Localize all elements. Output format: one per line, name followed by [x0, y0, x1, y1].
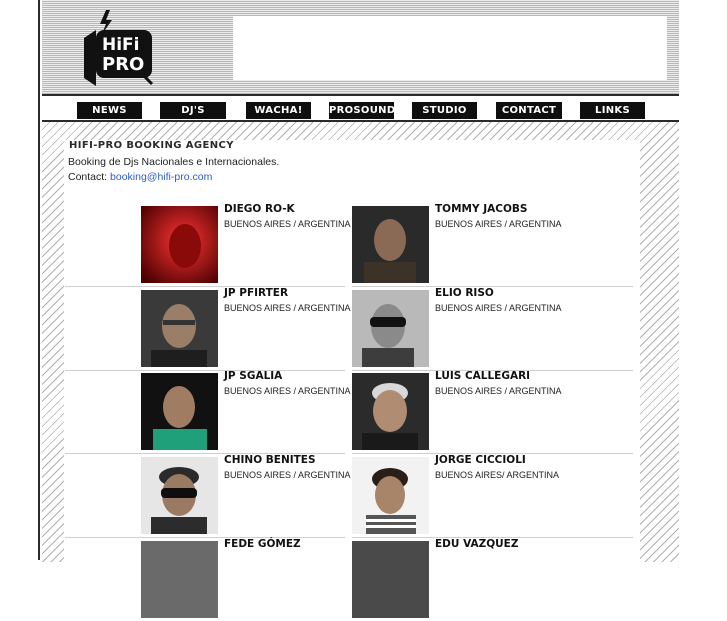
dj-name: EDU VAZQUEZ [435, 538, 519, 550]
nav-news[interactable]: NEWS [77, 102, 142, 119]
dj-name: ELIO RISO [435, 287, 494, 299]
dj-card[interactable]: EDU VAZQUEZ [352, 538, 558, 621]
dj-photo [352, 457, 429, 534]
dj-card[interactable]: JP PFIRTER BUENOS AIRES / ARGENTINA [141, 287, 351, 370]
dj-location: BUENOS AIRES / ARGENTINA [224, 303, 351, 313]
dj-location: BUENOS AIRES / ARGENTINA [224, 470, 351, 480]
hifi-pro-logo[interactable]: HiFi PRO [76, 10, 160, 90]
dj-location: BUENOS AIRES / ARGENTINA [435, 219, 562, 229]
dj-card[interactable]: DIEGO RO-K BUENOS AIRES / ARGENTINA [141, 203, 351, 286]
dj-name: JORGE CICCIOLI [435, 454, 526, 466]
nav-wacha[interactable]: WACHA! [246, 102, 311, 119]
dj-photo [141, 206, 218, 283]
ad-banner[interactable] [233, 16, 667, 80]
nav-studio[interactable]: STUDIO [412, 102, 477, 119]
dj-photo [141, 457, 218, 534]
main-nav: NEWS DJ'S WACHA! PROSOUND STUDIO CONTACT… [42, 96, 679, 122]
dj-name: LUIS CALLEGARI [435, 370, 531, 382]
dj-name: CHINO BENITES [224, 454, 316, 466]
dj-location: BUENOS AIRES / ARGENTINA [224, 386, 351, 396]
dj-photo [352, 541, 429, 618]
dj-card[interactable]: LUIS CALLEGARI BUENOS AIRES / ARGENTINA [352, 370, 562, 453]
dj-name: TOMMY JACOBS [435, 203, 528, 215]
dj-photo [141, 290, 218, 367]
contact-line: Contact: booking@hifi-pro.com [68, 171, 212, 183]
svg-text:HiFi: HiFi [102, 35, 140, 55]
dj-location: BUENOS AIRES / ARGENTINA [224, 219, 351, 229]
dj-card[interactable]: TOMMY JACOBS BUENOS AIRES / ARGENTINA [352, 203, 562, 286]
dj-location: BUENOS AIRES / ARGENTINA [435, 386, 562, 396]
dj-name: DIEGO RO-K [224, 203, 295, 215]
dj-name: JP PFIRTER [224, 287, 289, 299]
row-divider [65, 537, 345, 538]
dj-photo [141, 541, 218, 618]
speaker-logo-icon: HiFi PRO [84, 10, 154, 86]
nav-contact[interactable]: CONTACT [496, 102, 562, 119]
dj-photo [352, 206, 429, 283]
dj-card[interactable]: JP SGALIA BUENOS AIRES / ARGENTINA [141, 370, 351, 453]
nav-prosound[interactable]: PROSOUND [329, 102, 395, 119]
header: HiFi PRO [42, 0, 679, 96]
dj-card[interactable]: JORGE CICCIOLI BUENOS AIRES/ ARGENTINA [352, 454, 560, 537]
dj-location: BUENOS AIRES / ARGENTINA [435, 303, 562, 313]
dj-card[interactable]: CHINO BENITES BUENOS AIRES / ARGENTINA [141, 454, 351, 537]
svg-text:PRO: PRO [102, 54, 144, 75]
dj-name: FEDE GÓMEZ [224, 538, 301, 550]
contact-email-link[interactable]: booking@hifi-pro.com [110, 171, 212, 183]
dj-photo [141, 373, 218, 450]
dj-photo [352, 373, 429, 450]
row-divider [65, 370, 345, 371]
dj-location: BUENOS AIRES/ ARGENTINA [435, 470, 560, 480]
dj-name: JP SGALIA [224, 370, 283, 382]
nav-links[interactable]: LINKS [580, 102, 645, 119]
contact-label: Contact: [68, 171, 108, 183]
dj-photo [352, 290, 429, 367]
dj-card[interactable]: ELIO RISO BUENOS AIRES / ARGENTINA [352, 287, 562, 370]
section-title: HIFI-PRO BOOKING AGENCY [66, 140, 237, 151]
dj-card[interactable]: FEDE GÓMEZ [141, 538, 347, 621]
nav-djs[interactable]: DJ'S [160, 102, 226, 119]
row-divider [65, 286, 345, 287]
intro-text: Booking de Djs Nacionales e Internaciona… [68, 156, 280, 168]
